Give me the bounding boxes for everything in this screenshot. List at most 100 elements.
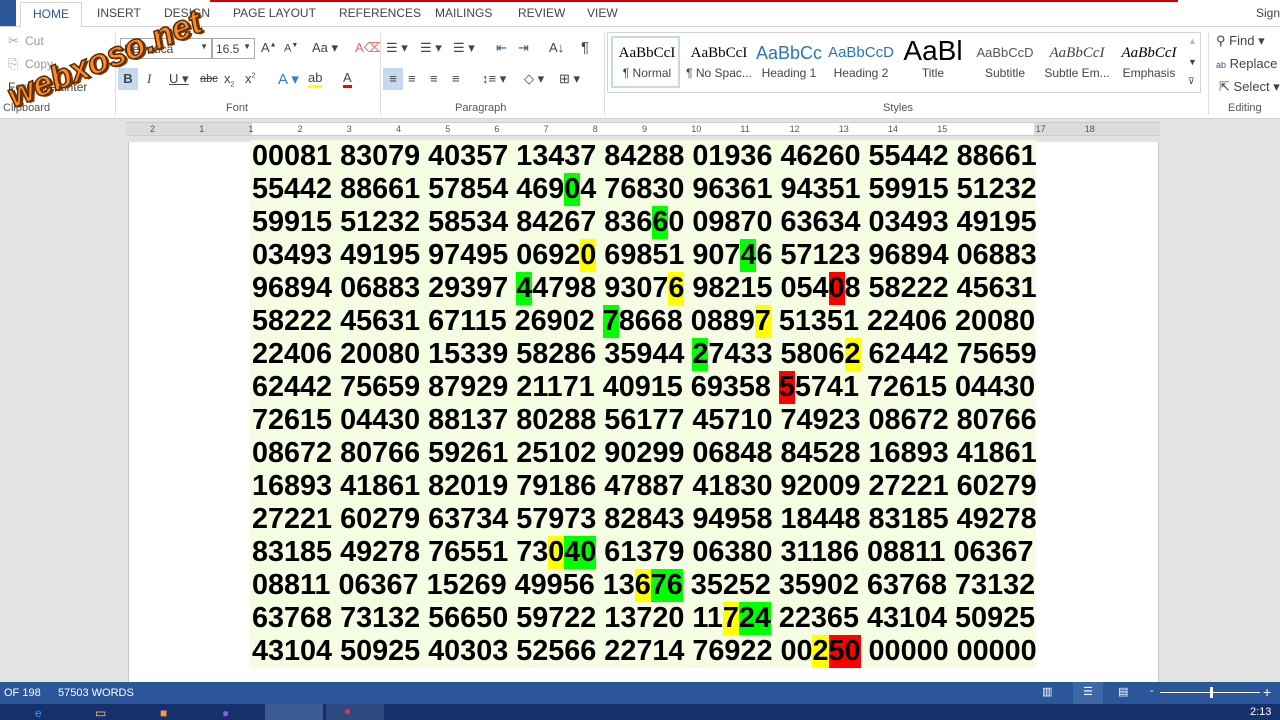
sign-in-link[interactable]: Sign: [1256, 6, 1280, 20]
style-name: Emphasis: [1122, 66, 1176, 80]
shrink-font-icon[interactable]: A▼: [284, 42, 298, 55]
ruler-number: 5: [445, 124, 451, 134]
strikethrough-button[interactable]: abc: [200, 73, 218, 85]
font-color-icon[interactable]: A: [343, 70, 352, 88]
tab-mailings[interactable]: MAILINGS: [435, 6, 492, 20]
styles-scroll-up[interactable]: ▲: [1188, 36, 1197, 46]
tab-page-layout[interactable]: PAGE LAYOUT: [233, 6, 316, 20]
bullets-icon[interactable]: ☰ ▾: [386, 40, 408, 56]
ruler-number: 9: [642, 124, 648, 134]
style-normal[interactable]: AaBbCcI ¶ Normal: [612, 36, 682, 88]
numbering-icon[interactable]: ☰ ▾: [420, 40, 442, 56]
table-row: 08811 06367 15269 49956 13676 35252 3590…: [252, 569, 1036, 601]
style-emphasis[interactable]: AaBbCcI Emphasis: [1114, 36, 1184, 88]
find-label: Find: [1229, 33, 1255, 48]
multilevel-list-icon[interactable]: ☰ ▾: [453, 40, 475, 56]
table-row: 59915 51232 58534 84267 83660 09870 6363…: [252, 206, 1037, 238]
style-heading-2[interactable]: AaBbCcD Heading 2: [826, 36, 896, 88]
page-count[interactable]: OF 198: [4, 687, 41, 699]
align-left-icon[interactable]: ≡: [383, 68, 403, 90]
ruler-number: 18: [1084, 124, 1095, 134]
select-button[interactable]: ⇱ Select ▾: [1219, 79, 1280, 95]
horizontal-ruler[interactable]: 2 1 1 2 3 4 5 6 7 8 9 10 11 12 13 14 15 17 18: [126, 122, 1160, 136]
table-row: 72615 04430 88137 80288 56177 45710 7492…: [252, 404, 1037, 436]
font-size-select[interactable]: 16.5 ▼: [212, 38, 255, 59]
cut-button[interactable]: Cut: [25, 34, 44, 48]
grow-font-icon[interactable]: A▲: [261, 40, 277, 55]
styles-group-label: Styles: [883, 102, 913, 114]
ruler-number: 11: [740, 124, 750, 134]
app-icon[interactable]: ■: [160, 706, 167, 720]
change-case-icon[interactable]: Aa ▾: [312, 40, 338, 56]
italic-button[interactable]: I: [147, 71, 151, 87]
tab-home[interactable]: HOME: [20, 2, 82, 28]
justify-icon[interactable]: ≡: [452, 71, 460, 86]
copy-icon: ⎘: [8, 56, 19, 71]
table-row: 16893 41861 82019 79186 47887 41830 9200…: [252, 470, 1037, 502]
chevron-down-icon: ▼: [200, 42, 208, 51]
ruler-number: 7: [543, 124, 549, 134]
tab-review[interactable]: REVIEW: [518, 6, 565, 20]
explorer-icon[interactable]: ▭: [95, 706, 106, 720]
select-label: Select: [1233, 79, 1270, 94]
decrease-indent-icon[interactable]: ⇤: [496, 40, 507, 56]
word-taskbar-button[interactable]: [265, 704, 323, 720]
superscript-button[interactable]: x2: [245, 71, 255, 86]
style-preview: AaBbCc: [755, 43, 823, 63]
styles-scroll-down[interactable]: ▼: [1188, 57, 1197, 67]
highlight-color-icon[interactable]: ab: [308, 70, 323, 88]
divider: [380, 33, 381, 115]
style-subtle-em[interactable]: AaBbCcI Subtle Em...: [1042, 36, 1112, 88]
style-heading-1[interactable]: AaBbCc Heading 1: [754, 36, 824, 88]
zoom-out-button[interactable]: -: [1150, 685, 1154, 697]
text-effects-icon[interactable]: A ▾: [278, 70, 299, 88]
underline-button[interactable]: U ▾: [169, 71, 189, 87]
number-table: 00081 83079 40357 13437 84288 01936 4626…: [250, 140, 1037, 668]
replace-button[interactable]: ab Replace: [1216, 56, 1277, 71]
app-icon[interactable]: ●: [222, 706, 229, 720]
clear-formatting-icon[interactable]: A⌫: [355, 40, 382, 56]
tab-insert[interactable]: INSERT: [97, 6, 141, 20]
shading-icon[interactable]: ◇ ▾: [524, 71, 544, 87]
ruler-number: 14: [888, 124, 899, 134]
chrome-taskbar-button[interactable]: ●: [326, 704, 384, 720]
print-layout-icon[interactable]: ☰: [1073, 682, 1103, 704]
styles-more[interactable]: ⊽: [1188, 76, 1195, 87]
pilcrow-icon[interactable]: ¶: [581, 39, 589, 56]
font-size-value: 16.5: [216, 42, 240, 56]
align-center-icon[interactable]: ≡: [408, 71, 416, 86]
tab-references[interactable]: REFERENCES: [339, 6, 421, 20]
table-row: 43104 50925 40303 52566 22714 76922 0025…: [252, 635, 1037, 667]
find-button[interactable]: ⚲ Find ▾: [1216, 33, 1265, 49]
ruler-number: 4: [396, 124, 402, 134]
zoom-in-button[interactable]: +: [1263, 684, 1271, 700]
subscript-button[interactable]: x2: [224, 71, 234, 89]
borders-icon[interactable]: ⊞ ▾: [559, 71, 580, 87]
align-right-icon[interactable]: ≡: [430, 71, 438, 86]
table-row: 00081 83079 40357 13437 84288 01936 4626…: [252, 140, 1037, 172]
read-mode-icon[interactable]: ▥: [1042, 685, 1052, 698]
zoom-slider-thumb[interactable]: [1210, 687, 1213, 698]
web-layout-icon[interactable]: ▤: [1118, 685, 1128, 698]
line-spacing-icon[interactable]: ↕≡ ▾: [482, 71, 506, 87]
increase-indent-icon[interactable]: ⇥: [518, 40, 529, 56]
style-name: Subtitle: [984, 66, 1026, 80]
word-count[interactable]: 57503 WORDS: [58, 687, 134, 699]
style-preview: AaBbCcD: [828, 44, 894, 61]
ruler-number: 8: [592, 124, 598, 134]
ie-icon[interactable]: e: [35, 706, 42, 720]
chevron-down-icon: ▼: [243, 42, 251, 51]
table-row: 27221 60279 63734 57973 82843 94958 1844…: [252, 503, 1037, 535]
ruler-number: 13: [838, 124, 849, 134]
style-subtitle[interactable]: AaBbCcD Subtitle: [970, 36, 1040, 88]
replace-label: Replace: [1229, 56, 1278, 71]
tab-view[interactable]: VIEW: [587, 6, 618, 20]
ruler-number: 10: [691, 124, 702, 134]
style-title[interactable]: AaBl Title: [898, 36, 968, 88]
ruler-number: 2: [150, 124, 156, 134]
table-row: 22406 20080 15339 58286 35944 27433 5806…: [252, 338, 1037, 370]
sort-icon[interactable]: A↓: [549, 40, 564, 55]
ruler-number: 2: [297, 124, 303, 134]
style-no-spac[interactable]: AaBbCcI ¶ No Spac...: [684, 36, 754, 88]
file-tab[interactable]: [0, 0, 16, 26]
